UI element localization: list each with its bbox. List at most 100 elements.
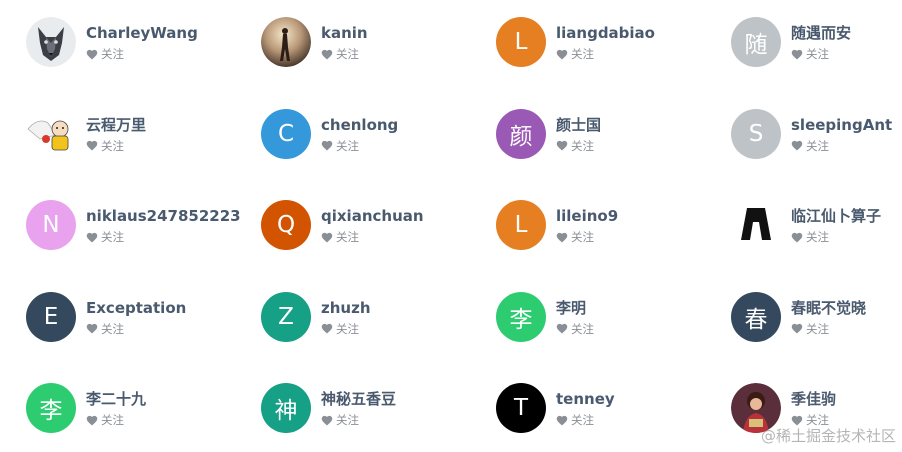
user-card[interactable]: Ttenney 关注	[496, 382, 731, 434]
letter-avatar[interactable]: E	[26, 291, 76, 342]
follow-button[interactable]: 关注	[86, 47, 198, 61]
user-card[interactable]: 随随遇而安 关注	[731, 16, 902, 68]
username-link[interactable]: niklaus247852223	[86, 206, 241, 226]
user-card[interactable]: Llileino9 关注	[496, 199, 731, 251]
username-link[interactable]: chenlong	[321, 115, 398, 135]
follow-button[interactable]: 关注	[321, 322, 371, 336]
username-link[interactable]: 李二十九	[86, 389, 146, 409]
username-link[interactable]: liangdabiao	[556, 23, 655, 43]
user-card[interactable]: 春春眠不觉晓 关注	[731, 291, 902, 343]
letter-avatar[interactable]: 春	[731, 291, 781, 342]
user-card[interactable]: Lliangdabiao 关注	[496, 16, 731, 68]
heart-icon	[556, 415, 568, 426]
follow-button[interactable]: 关注	[86, 322, 186, 336]
username-link[interactable]: 颜士国	[556, 115, 601, 135]
username-link[interactable]: 季佳驹	[791, 389, 836, 409]
username-link[interactable]: lileino9	[556, 206, 618, 226]
user-card[interactable]: Zzhuzh 关注	[261, 291, 496, 343]
follow-label: 关注	[101, 47, 124, 61]
username-link[interactable]: tenney	[556, 389, 615, 409]
silhouette-photo-avatar-image[interactable]	[261, 17, 311, 67]
follow-label: 关注	[571, 138, 594, 153]
user-card[interactable]: 云程万里 关注	[26, 108, 261, 160]
username-link[interactable]: 云程万里	[86, 115, 146, 135]
follow-button[interactable]: 关注	[86, 139, 146, 153]
username-link[interactable]: 神秘五香豆	[321, 389, 396, 409]
username-link[interactable]: Exceptation	[86, 298, 186, 318]
username-link[interactable]: kanin	[321, 23, 368, 43]
wolf-avatar-image[interactable]	[26, 17, 76, 67]
user-card[interactable]: Qqixianchuan 关注	[261, 199, 496, 251]
follow-label: 关注	[571, 413, 594, 427]
username-link[interactable]: 随遇而安	[791, 23, 851, 43]
follow-button[interactable]: 关注	[556, 413, 615, 427]
follow-label: 关注	[806, 138, 829, 153]
user-card[interactable]: SsleepingAnt 关注	[731, 108, 902, 160]
follow-label: 关注	[806, 47, 829, 61]
avatar-letter: N	[42, 212, 60, 238]
follow-button[interactable]: 关注	[86, 230, 241, 244]
watermark: @稀土掘金技术社区	[760, 427, 896, 445]
user-info: liangdabiao 关注	[556, 23, 655, 61]
user-info: chenlong 关注	[321, 115, 398, 153]
username-link[interactable]: CharleyWang	[86, 23, 198, 43]
letter-avatar[interactable]: L	[496, 17, 546, 67]
letter-avatar[interactable]: C	[261, 108, 311, 159]
username-link[interactable]: qixianchuan	[321, 206, 424, 226]
heart-icon	[86, 415, 98, 426]
user-info: lileino9 关注	[556, 206, 618, 244]
user-card[interactable]: 李李明 关注	[496, 291, 731, 343]
follow-button[interactable]: 关注	[321, 139, 398, 153]
follow-button[interactable]: 关注	[556, 230, 618, 244]
follow-button[interactable]: 关注	[556, 139, 601, 153]
heart-icon	[86, 323, 98, 334]
username-link[interactable]: 春眠不觉晓	[791, 298, 866, 318]
follow-label: 关注	[101, 230, 124, 244]
user-card[interactable]: Cchenlong 关注	[261, 108, 496, 160]
letter-avatar[interactable]: 随	[731, 17, 781, 67]
letter-avatar[interactable]: S	[731, 108, 781, 159]
letter-avatar[interactable]: 李	[26, 383, 76, 433]
avatar-letter: L	[514, 212, 528, 238]
saitama-cartoon-avatar-image[interactable]	[26, 108, 76, 159]
letter-avatar[interactable]: N	[26, 200, 76, 250]
user-card[interactable]: 临江仙卜算子 关注	[731, 199, 902, 251]
user-info: 李明 关注	[556, 298, 594, 336]
user-card[interactable]: 李李二十九 关注	[26, 382, 261, 434]
user-card[interactable]: 神神秘五香豆 关注	[261, 382, 496, 434]
follow-button[interactable]: 关注	[791, 322, 866, 336]
heart-icon	[86, 140, 98, 151]
follow-button[interactable]: 关注	[86, 413, 146, 427]
user-card[interactable]: kanin 关注	[261, 16, 496, 68]
follow-label: 关注	[101, 138, 124, 153]
user-card[interactable]: CharleyWang 关注	[26, 16, 261, 68]
letter-avatar[interactable]: Z	[261, 291, 311, 342]
follow-button[interactable]: 关注	[321, 47, 368, 61]
user-card[interactable]: E Exceptation 关注	[26, 291, 261, 343]
follow-button[interactable]: 关注	[791, 139, 892, 153]
black-logo-avatar-image[interactable]	[731, 200, 781, 250]
follow-label: 关注	[571, 230, 594, 244]
username-link[interactable]: 临江仙卜算子	[791, 206, 881, 226]
follow-label: 关注	[336, 138, 359, 153]
follow-button[interactable]: 关注	[791, 230, 881, 244]
letter-avatar[interactable]: Q	[261, 200, 311, 250]
follow-button[interactable]: 关注	[791, 47, 851, 61]
follow-button[interactable]: 关注	[321, 413, 396, 427]
follow-button[interactable]: 关注	[556, 322, 594, 336]
username-link[interactable]: zhuzh	[321, 298, 371, 318]
letter-avatar[interactable]: 神	[261, 383, 311, 433]
letter-avatar[interactable]: L	[496, 200, 546, 250]
heart-icon	[556, 232, 568, 243]
username-link[interactable]: sleepingAnt	[791, 115, 892, 135]
follow-label: 关注	[336, 321, 359, 336]
username-link[interactable]: 李明	[556, 298, 594, 318]
letter-avatar[interactable]: 颜	[496, 108, 546, 159]
follow-button[interactable]: 关注	[321, 230, 424, 244]
user-info: 李二十九 关注	[86, 389, 146, 427]
user-card[interactable]: Nniklaus247852223 关注	[26, 199, 261, 251]
user-card[interactable]: 颜颜士国 关注	[496, 108, 731, 160]
letter-avatar[interactable]: 李	[496, 291, 546, 342]
follow-button[interactable]: 关注	[556, 47, 655, 61]
letter-avatar[interactable]: T	[496, 383, 546, 433]
